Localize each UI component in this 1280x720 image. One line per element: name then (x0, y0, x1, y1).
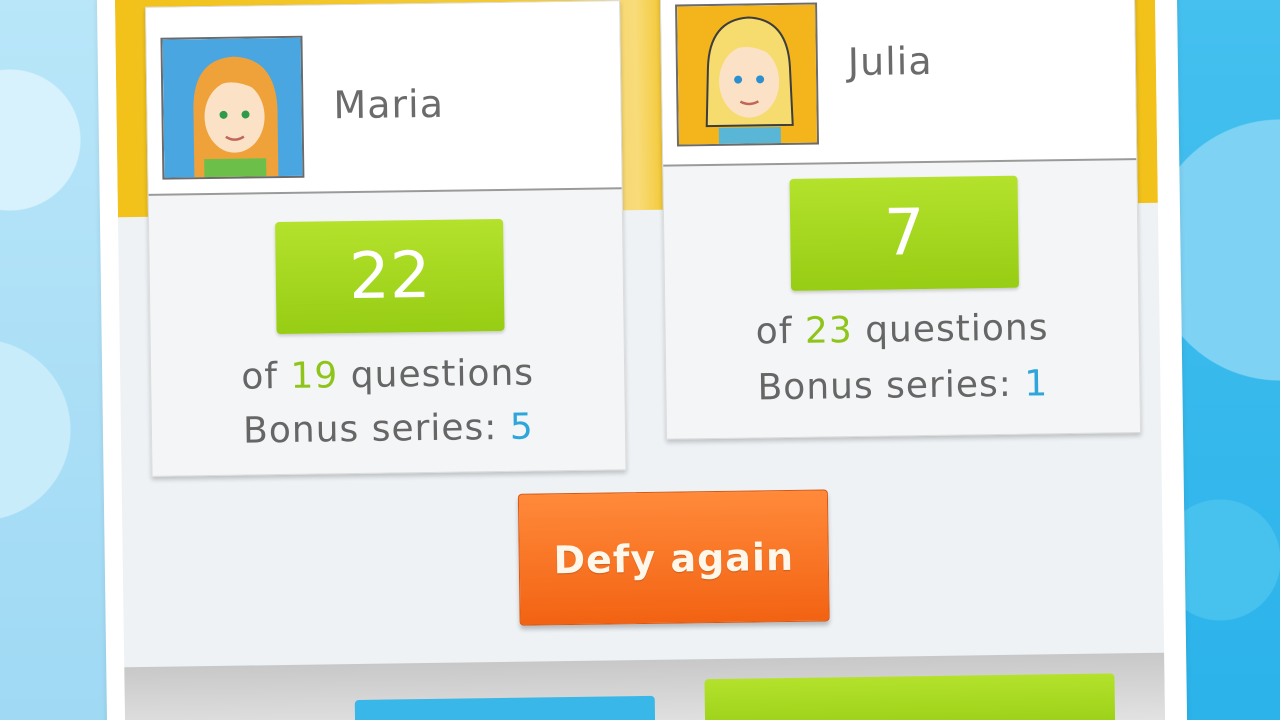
questions-prefix: of (755, 310, 793, 353)
defy-again-button[interactable]: Defy again (517, 489, 830, 626)
bottom-green-button[interactable] (704, 673, 1116, 720)
questions-suffix: questions (350, 352, 535, 397)
player-card-header: Julia (660, 0, 1137, 167)
device-frame: Maria 22 of 19 questions Bonus series: 5 (96, 0, 1188, 720)
questions-count: 19 (290, 355, 339, 397)
score-badge: 22 (275, 218, 505, 335)
questions-line: of 19 questions (151, 351, 625, 399)
questions-line: of 23 questions (665, 306, 1139, 354)
avatar (675, 2, 820, 147)
questions-prefix: of (241, 356, 279, 398)
player-card-julia: Julia 7 of 23 questions Bonus series: 1 (659, 0, 1142, 440)
bonus-line: Bonus series: 5 (152, 405, 626, 453)
avatar-maria-icon (162, 37, 305, 180)
bonus-value: 1 (1024, 363, 1049, 405)
player-card-header: Maria (146, 1, 622, 196)
score-badge: 7 (789, 175, 1020, 291)
results-screen: Maria 22 of 19 questions Bonus series: 5 (114, 0, 1166, 720)
bonus-label: Bonus series: (242, 407, 498, 452)
questions-suffix: questions (864, 307, 1049, 351)
bottom-blue-button[interactable] (354, 695, 656, 720)
player-name: Julia (847, 38, 933, 85)
bonus-label: Bonus series: (757, 363, 1013, 409)
bonus-value: 5 (509, 406, 535, 448)
questions-count: 23 (804, 310, 854, 352)
bonus-line: Bonus series: 1 (666, 362, 1140, 410)
avatar (160, 35, 305, 180)
player-card-maria: Maria 22 of 19 questions Bonus series: 5 (145, 0, 627, 477)
player-name: Maria (333, 81, 445, 128)
avatar-julia-icon (677, 4, 820, 147)
